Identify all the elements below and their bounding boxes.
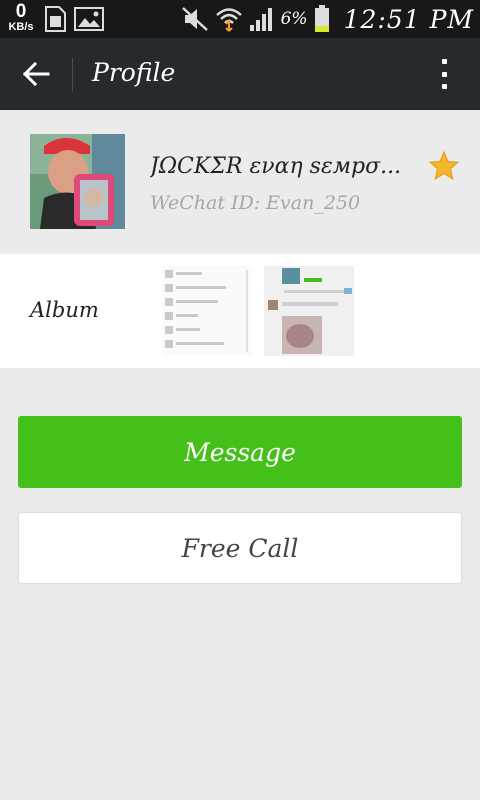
mute-icon bbox=[181, 7, 208, 31]
message-button[interactable]: Message bbox=[18, 416, 462, 488]
action-bar: Profile bbox=[0, 38, 480, 110]
status-bar: 0 KB/s 6% 12:51 PM bbox=[0, 0, 480, 38]
contact-name: JΩCKΣR εναη sεмpσ... bbox=[150, 154, 402, 179]
album-thumbnail[interactable] bbox=[264, 266, 354, 356]
profile-header: JΩCKΣR εναη sεмpσ... WeChat ID: Evan_250 bbox=[0, 110, 480, 254]
signal-icon bbox=[249, 8, 272, 31]
chat-screenshot-thumbnail bbox=[264, 266, 354, 356]
avatar-photo bbox=[30, 134, 125, 229]
arrow-left-icon bbox=[22, 62, 50, 86]
wifi-icon bbox=[215, 8, 242, 32]
sim-card-icon bbox=[45, 6, 66, 32]
system-indicators: 6% 12:51 PM bbox=[181, 2, 474, 36]
page-title: Profile bbox=[92, 58, 176, 87]
gallery-icon bbox=[74, 7, 104, 31]
more-options-button[interactable] bbox=[432, 56, 456, 92]
back-button[interactable] bbox=[14, 54, 58, 94]
album-row[interactable]: Album bbox=[0, 254, 480, 368]
network-speed: 0 KB/s bbox=[4, 2, 38, 33]
free-call-button[interactable]: Free Call bbox=[18, 512, 462, 584]
notification-icons bbox=[44, 6, 104, 32]
clock: 12:51 PM bbox=[343, 4, 474, 34]
album-thumbnail[interactable] bbox=[162, 266, 252, 356]
battery-percent: 6% bbox=[280, 9, 308, 29]
action-bar-divider bbox=[72, 58, 73, 92]
wechat-id: WeChat ID: Evan_250 bbox=[150, 192, 361, 214]
star-icon[interactable] bbox=[428, 150, 460, 182]
album-label: Album bbox=[30, 298, 99, 322]
more-dot-icon bbox=[441, 84, 447, 89]
chat-list-screenshot-thumbnail bbox=[162, 266, 252, 356]
more-dot-icon bbox=[441, 59, 447, 64]
more-dot-icon bbox=[441, 71, 447, 77]
avatar[interactable] bbox=[30, 134, 125, 229]
network-speed-unit: KB/s bbox=[8, 21, 34, 33]
network-speed-value: 0 bbox=[15, 1, 27, 22]
battery-icon bbox=[314, 5, 329, 32]
